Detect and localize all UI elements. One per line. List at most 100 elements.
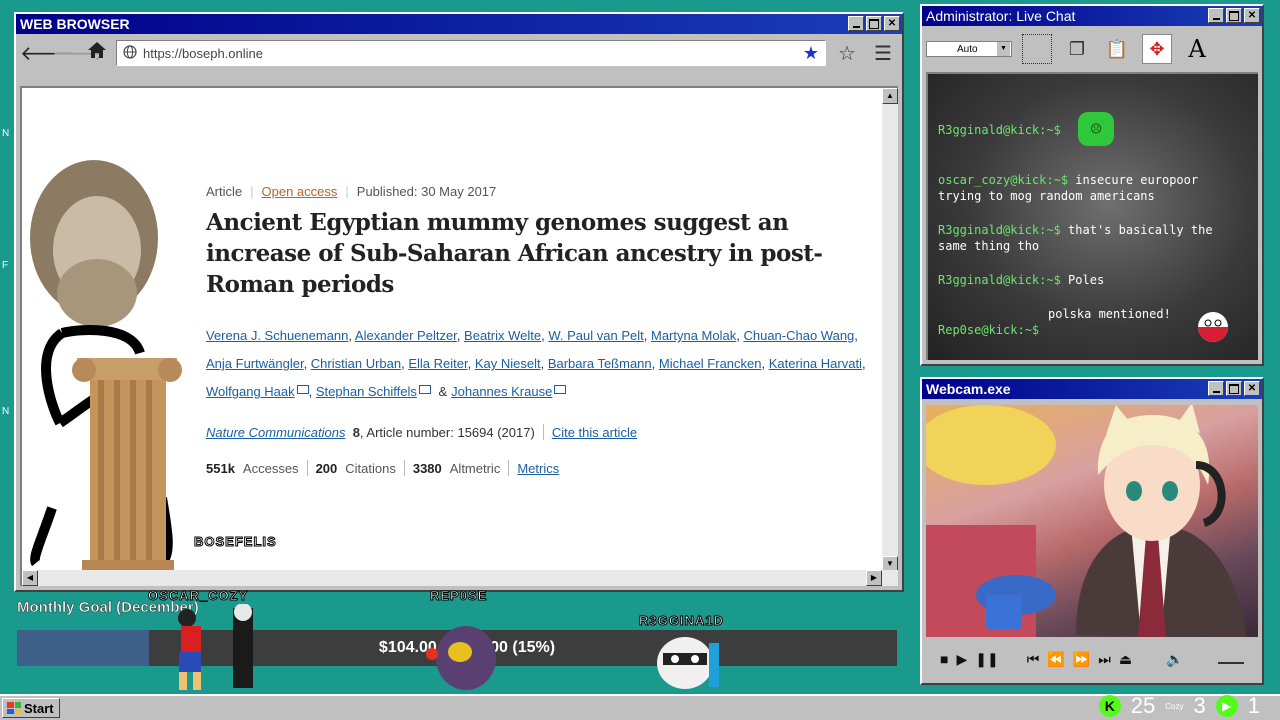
maximize-button[interactable]: [1226, 381, 1242, 396]
move-icon[interactable]: ✥: [1142, 34, 1172, 64]
globe-icon: [123, 44, 137, 62]
minimize-button[interactable]: [848, 16, 864, 31]
mail-icon[interactable]: [296, 385, 309, 394]
close-button[interactable]: [1244, 381, 1260, 396]
scroll-up-icon[interactable]: ▲: [882, 88, 898, 104]
author-link[interactable]: Michael Francken: [659, 356, 762, 371]
close-button[interactable]: [884, 16, 900, 31]
font-icon[interactable]: A: [1182, 34, 1212, 64]
author-link[interactable]: Martyna Molak: [651, 328, 736, 343]
author-link[interactable]: W. Paul van Pelt: [548, 328, 643, 343]
altmetric-value: 3380: [412, 460, 442, 476]
browser-titlebar[interactable]: WEB BROWSER: [16, 14, 902, 34]
minimize-button[interactable]: [1208, 8, 1224, 23]
author-link[interactable]: Anja Furtwängler: [206, 356, 304, 371]
live-chat-window: Administrator: Live Chat Auto ❐ 📋 ✥ A R3…: [920, 4, 1264, 366]
sprite-name-reginald: R3GGINA1D: [639, 613, 724, 629]
skip-end-icon[interactable]: ⏭: [1098, 651, 1111, 668]
system-tray: K 25 Cozy 3 ▶ 1: [1098, 693, 1260, 719]
minimize-button[interactable]: [1208, 381, 1224, 396]
author-link[interactable]: Johannes Krause: [451, 384, 552, 399]
bosefelis-label: BOSEFELIS: [194, 534, 277, 550]
sprite-name-oscar: OSCAR_COZY: [147, 588, 249, 604]
journal-link[interactable]: Nature Communications: [206, 425, 345, 440]
journal-volume: 8: [352, 424, 360, 440]
play-icon[interactable]: ▶: [956, 651, 967, 668]
fast-forward-icon[interactable]: ⏩: [1073, 651, 1090, 668]
divider: [403, 460, 405, 476]
altmetric-label: Altmetric: [449, 460, 501, 476]
sprite-name-repose: REP0SE: [429, 588, 488, 604]
open-access-link[interactable]: Open access: [262, 184, 338, 199]
accesses-label: Accesses: [242, 460, 299, 476]
bookmarked-star-icon[interactable]: ★: [803, 43, 819, 64]
divider: |: [345, 184, 349, 199]
mail-icon[interactable]: [554, 385, 567, 394]
home-icon[interactable]: [84, 40, 110, 66]
horizontal-scrollbar[interactable]: ◀ ▶: [22, 570, 898, 586]
citations-label: Citations: [345, 460, 396, 476]
author-link[interactable]: Barbara Teßmann: [548, 356, 652, 371]
windows-logo-icon: [7, 702, 21, 714]
favorites-star-icon[interactable]: ☆: [832, 41, 862, 66]
vertical-scrollbar[interactable]: ▲ ▼: [882, 88, 898, 572]
hamburger-menu-icon[interactable]: ☰: [868, 41, 898, 66]
browser-window: WEB BROWSER 🡐 🡒 https://boseph.online ★ …: [14, 12, 904, 592]
chat-title: Administrator: Live Chat: [926, 8, 1076, 24]
webcam-titlebar[interactable]: Webcam.exe: [922, 379, 1262, 399]
metrics-link[interactable]: Metrics: [517, 461, 559, 476]
stop-icon[interactable]: ■: [940, 651, 948, 667]
author-link[interactable]: Katerina Harvati: [769, 356, 862, 371]
tray-count-tertiary: 1: [1247, 693, 1260, 718]
cite-this-article-link[interactable]: Cite this article: [552, 425, 637, 440]
play-circle-icon: ▶: [1215, 695, 1238, 717]
scroll-left-icon[interactable]: ◀: [22, 570, 38, 586]
forward-arrow-icon[interactable]: 🡒: [52, 41, 106, 66]
webcam-window: Webcam.exe ■ ▶ ❚❚ ⏮ ⏪: [920, 377, 1264, 685]
author-list: Verena J. Schuenemann, Alexander Peltzer…: [206, 328, 866, 399]
start-label: Start: [24, 700, 54, 716]
author-link[interactable]: Alexander Peltzer: [355, 328, 457, 343]
anime-avatar-image: [926, 405, 1246, 637]
statue-bust-image: [30, 160, 182, 576]
polandball-emote-icon: [1198, 312, 1228, 342]
author-link[interactable]: Christian Urban: [311, 356, 401, 371]
author-link[interactable]: Beatrix Welte: [464, 328, 541, 343]
author-link[interactable]: Stephan Schiffels: [316, 384, 417, 399]
select-tool-icon[interactable]: [1022, 34, 1052, 64]
skip-start-icon[interactable]: ⏮: [1027, 651, 1040, 668]
chat-titlebar[interactable]: Administrator: Live Chat: [922, 6, 1262, 26]
scroll-right-icon[interactable]: ▶: [866, 570, 882, 586]
article-meta: Article | Open access | Published: 30 Ma…: [206, 184, 866, 199]
copy-icon[interactable]: ❐: [1062, 34, 1092, 64]
mail-icon[interactable]: [418, 385, 431, 394]
author-link[interactable]: Verena J. Schuenemann: [206, 328, 348, 343]
address-bar[interactable]: https://boseph.online ★: [116, 40, 826, 66]
chat-message: oscar_cozy@kick:~$ insecure europoor try…: [938, 173, 1199, 203]
divider: [542, 424, 544, 440]
author-link[interactable]: Ella Reiter: [408, 356, 467, 371]
browser-title: WEB BROWSER: [20, 16, 130, 32]
maximize-button[interactable]: [1226, 8, 1242, 23]
volume-slider[interactable]: [1217, 654, 1244, 664]
eject-icon[interactable]: ⏏: [1119, 651, 1132, 668]
author-link[interactable]: Wolfgang Haak: [206, 384, 295, 399]
chat-toolbar: Auto ❐ 📋 ✥ A: [922, 26, 1262, 72]
author-link[interactable]: Kay Nieselt: [475, 356, 541, 371]
tray-count-secondary: 3: [1193, 693, 1206, 718]
back-arrow-icon[interactable]: 🡐: [20, 41, 74, 66]
zoom-select[interactable]: Auto: [926, 41, 1012, 57]
chat-message: R3gginald@kick:~$ that's basically the s…: [938, 223, 1213, 253]
author-link[interactable]: Chuan-Chao Wang: [743, 328, 854, 343]
start-button[interactable]: Start: [2, 698, 60, 718]
close-button[interactable]: [1244, 8, 1260, 23]
repose-sprite-image: [426, 626, 496, 690]
pause-icon[interactable]: ❚❚: [975, 651, 998, 668]
maximize-button[interactable]: [866, 16, 882, 31]
reginald-sprite-image: [657, 637, 719, 689]
divider: [306, 460, 308, 476]
paste-icon[interactable]: 📋: [1102, 34, 1132, 64]
speaker-icon[interactable]: 🔈: [1166, 651, 1183, 668]
media-controls: ■ ▶ ❚❚ ⏮ ⏪ ⏩ ⏭ ⏏ 🔈: [926, 641, 1258, 677]
rewind-icon[interactable]: ⏪: [1047, 651, 1064, 668]
